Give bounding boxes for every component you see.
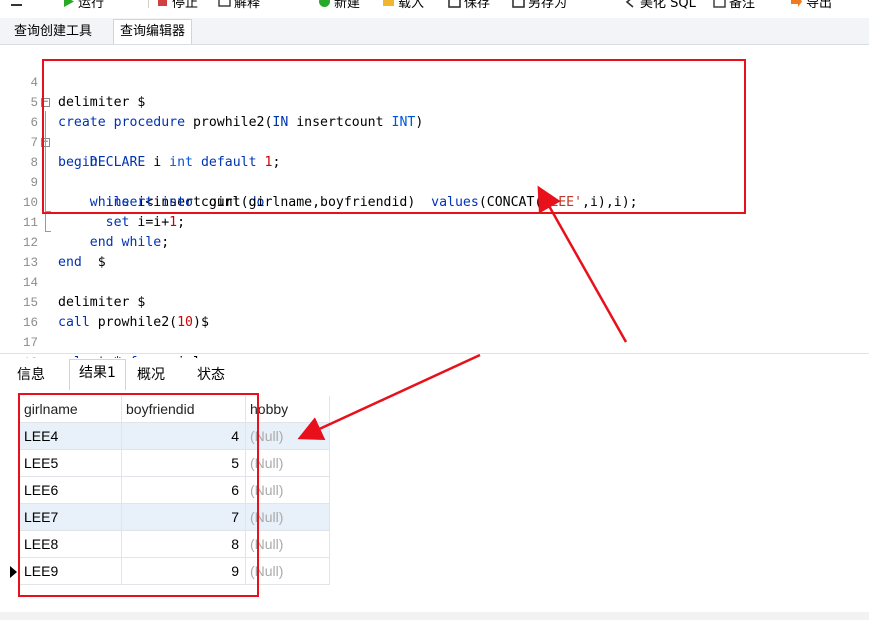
save-icon: [448, 0, 461, 8]
code-line: 17 select * from girl;: [0, 313, 869, 370]
export-button[interactable]: 导出: [790, 0, 833, 11]
beautify-sql-label: 美化 SQL: [640, 0, 696, 11]
stop-icon: [158, 0, 167, 6]
save-as-button[interactable]: 另存为: [512, 0, 568, 11]
save-as-icon: [512, 0, 525, 8]
current-row-indicator-icon: [10, 566, 17, 578]
save-label: 保存: [464, 0, 491, 11]
run-icon: [64, 0, 74, 7]
note-icon: [713, 0, 726, 8]
code-line: 16: [0, 293, 869, 330]
tab-status[interactable]: 状态: [188, 362, 234, 390]
new-label: 新建: [334, 0, 361, 11]
result-tab-bar: 信息 结果1 概况 状态: [0, 358, 869, 390]
editor-tab-bar: 查询创建工具 查询编辑器: [0, 18, 869, 45]
load-button[interactable]: 载入: [382, 0, 425, 11]
annotation-box-procedure: [42, 59, 746, 214]
tab-query-editor[interactable]: 查询编辑器: [113, 19, 193, 44]
menu-icon: [11, 3, 22, 6]
note-label: 备注: [729, 0, 756, 11]
tab-overview[interactable]: 概况: [128, 362, 174, 390]
save-button[interactable]: 保存: [448, 0, 491, 11]
annotation-box-results: [18, 393, 259, 597]
code-line: 14 delimiter $: [0, 253, 869, 310]
load-label: 载入: [398, 0, 425, 11]
code-line: 13: [0, 233, 869, 270]
stop-label: 停止: [172, 0, 199, 11]
new-button[interactable]: 新建: [318, 0, 361, 11]
beautify-sql-button[interactable]: 美化 SQL: [624, 0, 696, 11]
pane-divider[interactable]: [0, 353, 869, 354]
code-line: 15 call prowhile2(10)$: [0, 273, 869, 330]
status-strip: [0, 612, 869, 620]
explain-icon: [218, 0, 231, 7]
beautify-icon: [625, 0, 634, 8]
export-label: 导出: [806, 0, 833, 11]
tab-info[interactable]: 信息: [8, 362, 54, 390]
toolbar: 运行 停止 解释 新建 载入 保存 另存为 美化 SQL 备注 导出: [0, 0, 869, 11]
run-button[interactable]: 运行: [62, 0, 105, 11]
run-label: 运行: [78, 0, 105, 11]
export-icon: [791, 0, 802, 7]
stop-button[interactable]: 停止: [156, 0, 199, 11]
explain-label: 解释: [234, 0, 261, 11]
code-line: 12 end $: [0, 213, 869, 270]
note-button[interactable]: 备注: [713, 0, 756, 11]
save-as-label: 另存为: [528, 0, 568, 11]
new-icon: [319, 0, 330, 7]
toolbar-menu-icon[interactable]: [10, 0, 23, 10]
load-icon: [383, 0, 394, 6]
tab-result-1[interactable]: 结果1: [69, 359, 126, 390]
explain-button[interactable]: 解释: [218, 0, 261, 11]
code-line: 18: [0, 333, 869, 370]
tab-query-builder[interactable]: 查询创建工具: [8, 20, 98, 44]
